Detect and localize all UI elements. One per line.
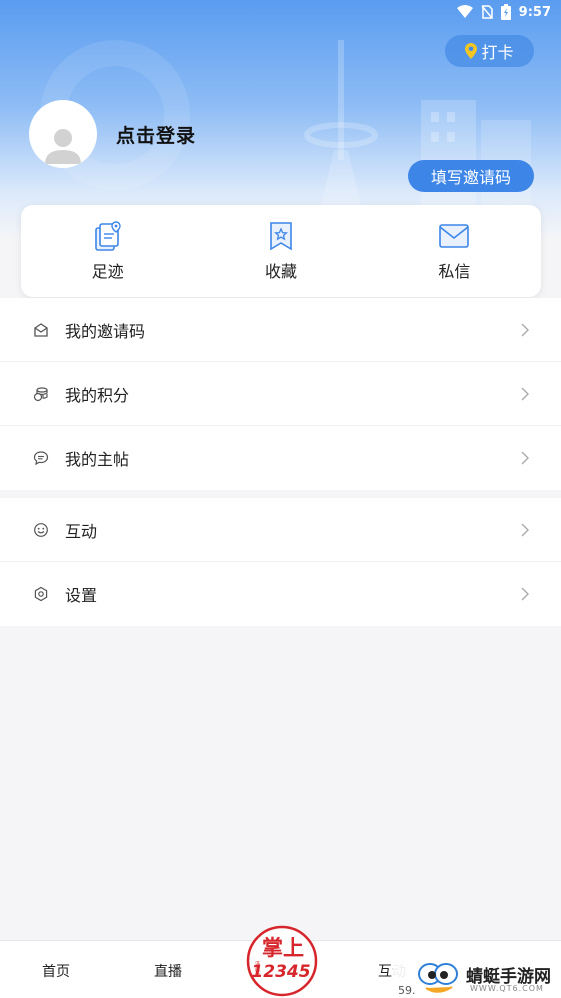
checkin-label: 打卡 <box>481 43 514 62</box>
chevron-right-icon <box>521 387 529 400</box>
smiley-icon <box>34 522 48 537</box>
battery-icon <box>500 4 511 20</box>
chevron-right-icon <box>521 587 529 601</box>
menu-interaction-label: 互动 <box>65 521 98 541</box>
status-bar: 9:57 <box>0 0 561 24</box>
quick-messages[interactable]: 私信 <box>368 205 541 297</box>
menu-my-posts[interactable]: 我的主帖 <box>0 426 561 490</box>
chevron-right-icon <box>521 451 529 465</box>
menu-settings[interactable]: 设置 <box>0 562 561 626</box>
svg-text:济南市: 济南市 <box>254 960 260 977</box>
quick-messages-label: 私信 <box>438 262 471 281</box>
svg-text:12345: 12345 <box>251 962 310 982</box>
avatar[interactable] <box>29 100 97 168</box>
chevron-right-icon <box>521 323 529 336</box>
login-prompt[interactable]: 点击登录 <box>116 121 196 148</box>
wifi-icon <box>456 5 473 18</box>
menu-group-account: 我的邀请码 我的积分 我的主帖 <box>0 298 561 490</box>
menu-my-points[interactable]: 我的积分 <box>0 362 561 426</box>
profile-header: 9:57 打卡 点击登录 填写邀请码 <box>0 0 561 240</box>
menu-settings-label: 设置 <box>65 586 98 605</box>
quick-favorites[interactable]: 收藏 <box>194 205 367 297</box>
menu-my-invite-code[interactable]: 我的邀请码 <box>0 298 561 362</box>
coins-icon <box>33 386 48 401</box>
menu-my-invite-code-label: 我的邀请码 <box>65 321 146 341</box>
watermark-url: WWW.QT6.COM <box>470 984 544 993</box>
bookmark-icon <box>270 222 292 251</box>
quick-favorites-label: 收藏 <box>264 262 297 281</box>
enter-invite-code-button[interactable]: 填写邀请码 <box>408 160 534 192</box>
svg-text:掌上: 掌上 <box>262 936 304 960</box>
menu-interaction[interactable]: 互动 <box>0 498 561 562</box>
nav-home[interactable]: 首页 <box>42 961 70 981</box>
dragonfly-mascot-icon <box>418 963 458 993</box>
menu-my-points-label: 我的积分 <box>65 385 130 405</box>
quick-footprint-label: 足迹 <box>91 262 124 281</box>
menu-my-posts-label: 我的主帖 <box>65 450 130 469</box>
no-sim-icon <box>481 5 493 19</box>
chat-bubble-icon <box>33 451 49 466</box>
clock-time: 9:57 <box>518 4 551 20</box>
footprint-icon <box>94 221 121 251</box>
default-user-icon <box>45 129 81 164</box>
menu-group-general: 互动 设置 <box>0 498 561 626</box>
location-pin-icon <box>465 43 478 59</box>
mail-icon <box>439 224 470 248</box>
tv-tower-illustration <box>304 40 378 210</box>
quick-footprint[interactable]: 足迹 <box>21 205 194 297</box>
watermark-small-text: 59. <box>398 984 416 997</box>
nav-live[interactable]: 直播 <box>154 961 182 981</box>
app-logo-12345[interactable]: 掌上 12345 济南市 <box>246 925 318 997</box>
hexagon-settings-icon <box>34 586 48 602</box>
buildings-illustration <box>421 100 531 210</box>
chevron-right-icon <box>521 523 529 536</box>
envelope-icon <box>34 322 48 337</box>
checkin-button[interactable]: 打卡 <box>445 35 534 67</box>
quick-actions-card: 足迹 收藏 私信 <box>21 205 541 297</box>
